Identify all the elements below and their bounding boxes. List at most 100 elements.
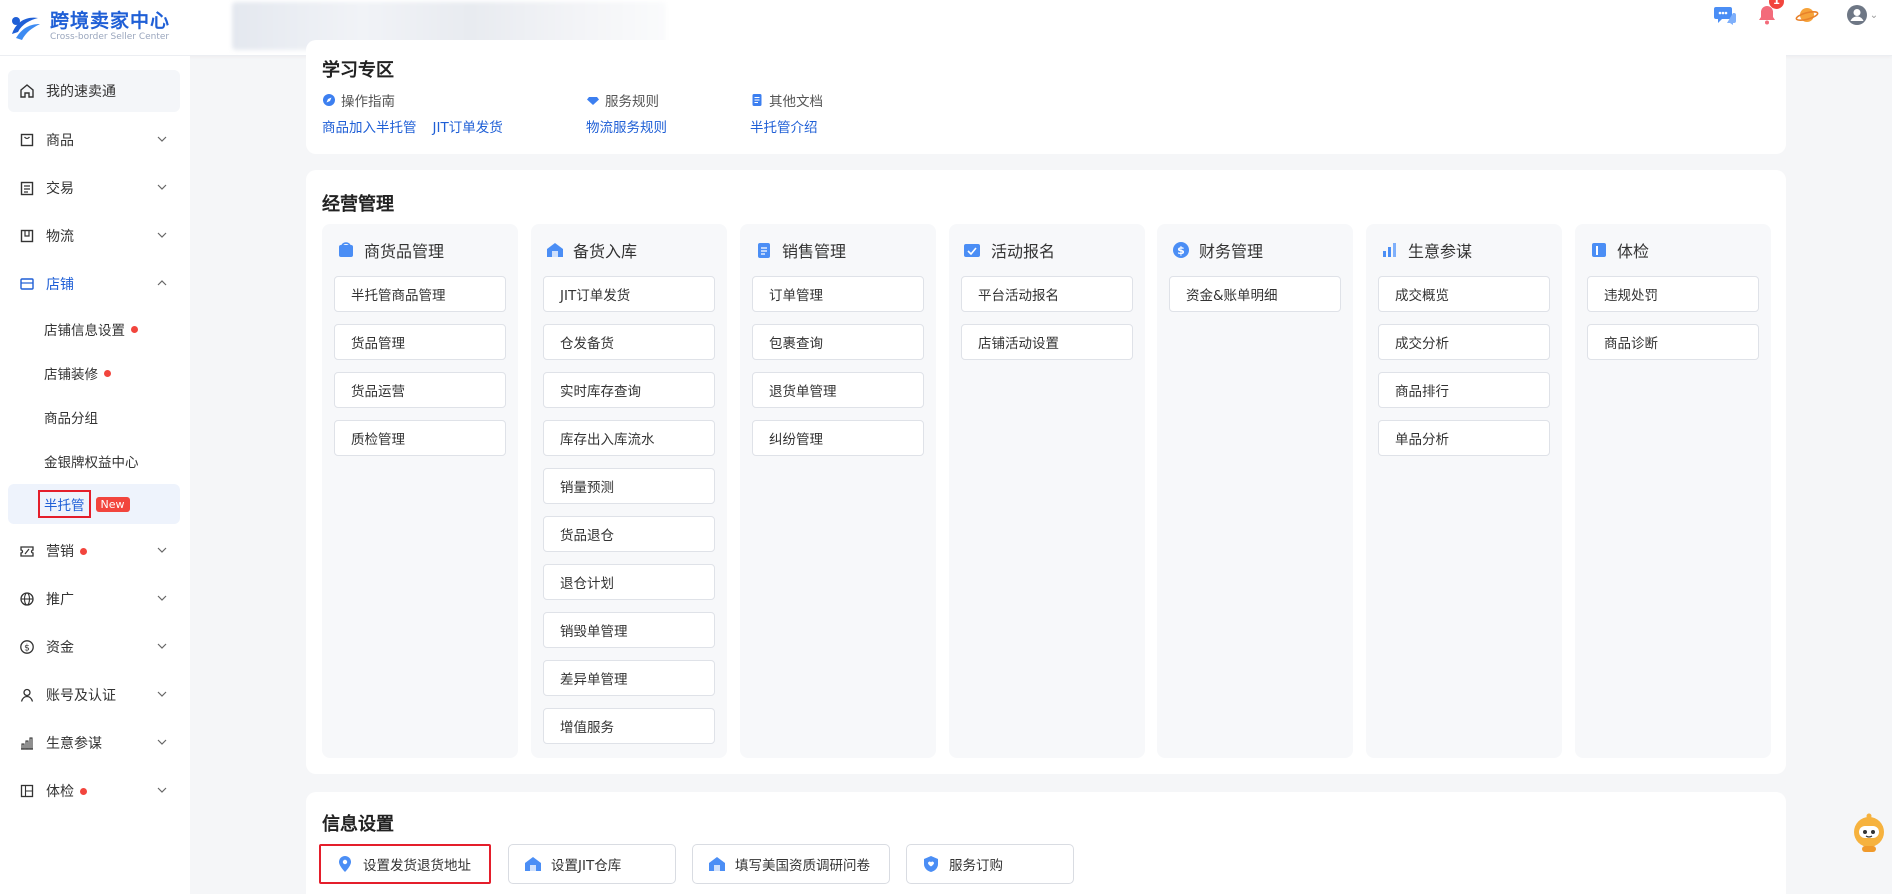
mgmt-button[interactable]: 质检管理 xyxy=(334,420,506,456)
mgmt-button[interactable]: 货品运营 xyxy=(334,372,506,408)
mgmt-button[interactable]: 纠纷管理 xyxy=(752,420,924,456)
compass-icon xyxy=(322,93,336,107)
sidebar-item-account[interactable]: 账号及认证 xyxy=(8,674,180,716)
mgmt-button[interactable]: 平台活动报名 xyxy=(961,276,1133,312)
sidebar-item-store[interactable]: 店铺 xyxy=(8,263,180,305)
mgmt-button[interactable]: 违规处罚 xyxy=(1587,276,1759,312)
mgmt-button[interactable]: 商品诊断 xyxy=(1587,324,1759,360)
learning-title: 学习专区 xyxy=(322,60,394,81)
svg-text:$: $ xyxy=(24,644,30,654)
sidebar-item-home[interactable]: 我的速卖通 xyxy=(8,70,180,112)
red-dot xyxy=(131,325,138,333)
document-icon xyxy=(750,93,764,107)
learning-card: 学习专区 操作指南 商品加入半托管 JIT订单发货 服务规则 物流服务规则 其他… xyxy=(306,40,1786,154)
service-subscription-button[interactable]: 服务订购 xyxy=(906,844,1074,884)
logo-icon xyxy=(8,12,42,42)
learning-col-guide: 操作指南 商品加入半托管 JIT订单发货 xyxy=(322,93,503,136)
account-chevron-icon[interactable]: ⌄ xyxy=(1866,0,1882,30)
mgmt-button[interactable]: 包裹查询 xyxy=(752,324,924,360)
home-icon xyxy=(18,82,36,100)
bell-icon[interactable]: 1 xyxy=(1752,0,1784,30)
mgmt-button[interactable]: 实时库存查询 xyxy=(543,372,715,408)
app-title: 跨境卖家中心 xyxy=(50,10,171,32)
warehouse-icon xyxy=(707,854,727,874)
assistant-mascot-icon[interactable] xyxy=(1848,812,1890,854)
sidebar-item-logistics[interactable]: 物流 xyxy=(8,215,180,257)
chat-icon[interactable] xyxy=(1710,0,1740,30)
mgmt-button[interactable]: 单品分析 xyxy=(1378,420,1550,456)
location-pin-icon xyxy=(335,854,355,874)
sidebar-subitem-medal-center[interactable]: 金银牌权益中心 xyxy=(8,441,180,481)
mgmt-button[interactable]: 成交概览 xyxy=(1378,276,1550,312)
sidebar-item-business-advisor[interactable]: 生意参谋 xyxy=(8,722,180,764)
sidebar-item-funds[interactable]: $ 资金 xyxy=(8,626,180,668)
warehouse-icon xyxy=(545,240,565,260)
chevron-down-icon xyxy=(156,229,168,241)
chevron-down-icon xyxy=(156,736,168,748)
new-badge: New xyxy=(95,496,130,512)
learning-link[interactable]: 半托管介绍 xyxy=(750,116,818,136)
notification-badge: 1 xyxy=(1769,0,1784,9)
learning-link[interactable]: JIT订单发货 xyxy=(433,116,503,136)
dollar-icon: $ xyxy=(1171,240,1191,260)
mgmt-col-health-check: 体检 违规处罚 商品诊断 xyxy=(1575,224,1771,758)
mgmt-col-business-advisor: 生意参谋 成交概览 成交分析 商品排行 单品分析 xyxy=(1366,224,1562,758)
mgmt-col-goods: 商货品管理 半托管商品管理 货品管理 货品运营 质检管理 xyxy=(322,224,518,758)
chevron-down-icon xyxy=(156,592,168,604)
mgmt-button[interactable]: 仓发备货 xyxy=(543,324,715,360)
red-dot xyxy=(80,547,87,555)
chevron-down-icon xyxy=(156,133,168,145)
mgmt-col-finance: $ 财务管理 资金&账单明细 xyxy=(1157,224,1353,758)
mgmt-button[interactable]: 增值服务 xyxy=(543,708,715,744)
shield-heart-icon xyxy=(921,854,941,874)
sidebar-item-trade[interactable]: 交易 xyxy=(8,167,180,209)
app-subtitle: Cross-border Seller Center xyxy=(50,32,170,42)
dollar-icon: $ xyxy=(18,638,36,656)
chevron-down-icon xyxy=(156,181,168,193)
clipboard-icon xyxy=(18,179,36,197)
red-dot xyxy=(104,369,111,377)
sidebar-subitem-semi-managed[interactable]: 半托管 New xyxy=(8,484,180,524)
mgmt-button[interactable]: 销量预测 xyxy=(543,468,715,504)
learning-col-rules: 服务规则 物流服务规则 xyxy=(586,94,667,136)
mgmt-button[interactable]: 退货单管理 xyxy=(752,372,924,408)
set-jit-warehouse-button[interactable]: 设置JIT仓库 xyxy=(508,844,676,884)
sidebar-subitem-store-decoration[interactable]: 店铺装修 xyxy=(8,353,180,393)
mgmt-button[interactable]: 半托管商品管理 xyxy=(334,276,506,312)
info-title: 信息设置 xyxy=(322,814,394,835)
mgmt-button[interactable]: 库存出入库流水 xyxy=(543,420,715,456)
mgmt-button[interactable]: 退仓计划 xyxy=(543,564,715,600)
mgmt-button[interactable]: 资金&账单明细 xyxy=(1169,276,1341,312)
store-icon xyxy=(18,275,36,293)
mgmt-button[interactable]: JIT订单发货 xyxy=(543,276,715,312)
health-check-icon xyxy=(1589,240,1609,260)
us-qualification-survey-button[interactable]: 填写美国资质调研问卷 xyxy=(692,844,890,884)
set-shipping-return-address-button[interactable]: 设置发货退货地址 xyxy=(319,844,491,884)
chevron-up-icon xyxy=(156,277,168,289)
mgmt-col-events: 活动报名 平台活动报名 店铺活动设置 xyxy=(949,224,1145,758)
chevron-down-icon xyxy=(156,784,168,796)
mgmt-button[interactable]: 成交分析 xyxy=(1378,324,1550,360)
logo[interactable]: 跨境卖家中心 Cross-border Seller Center xyxy=(8,10,170,43)
mgmt-button[interactable]: 商品排行 xyxy=(1378,372,1550,408)
learning-link[interactable]: 物流服务规则 xyxy=(586,116,667,136)
mgmt-col-sales: 销售管理 订单管理 包裹查询 退货单管理 纠纷管理 xyxy=(740,224,936,758)
mgmt-button[interactable]: 货品退仓 xyxy=(543,516,715,552)
sidebar-item-health-check[interactable]: 体检 xyxy=(8,770,180,812)
sidebar-subitem-store-info[interactable]: 店铺信息设置 xyxy=(8,309,180,349)
mgmt-button[interactable]: 订单管理 xyxy=(752,276,924,312)
planet-icon[interactable] xyxy=(1792,0,1822,30)
calendar-check-icon xyxy=(963,240,983,260)
sidebar-item-products[interactable]: 商品 xyxy=(8,119,180,161)
sidebar-item-marketing[interactable]: 营销 xyxy=(8,530,180,572)
user-icon xyxy=(18,686,36,704)
sidebar-item-promotion[interactable]: 推广 xyxy=(8,578,180,620)
sidebar-subitem-product-groups[interactable]: 商品分组 xyxy=(8,397,180,437)
mgmt-button[interactable]: 店铺活动设置 xyxy=(961,324,1133,360)
bag-icon xyxy=(18,131,36,149)
mgmt-button[interactable]: 货品管理 xyxy=(334,324,506,360)
mgmt-button[interactable]: 差异单管理 xyxy=(543,660,715,696)
learning-link[interactable]: 商品加入半托管 xyxy=(322,116,417,136)
bar-chart-icon xyxy=(18,734,36,752)
mgmt-button[interactable]: 销毁单管理 xyxy=(543,612,715,648)
